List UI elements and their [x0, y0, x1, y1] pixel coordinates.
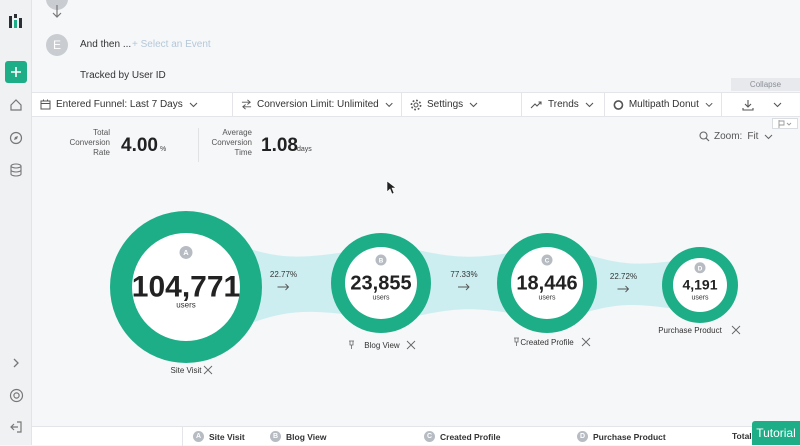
donut-icon	[613, 99, 624, 110]
compass-icon[interactable]	[5, 127, 27, 149]
column-created-profile[interactable]: C Created Profile	[424, 431, 500, 442]
chevron-down-icon	[765, 134, 773, 139]
flag-button[interactable]	[772, 118, 798, 129]
remove-step-icon[interactable]	[406, 340, 416, 350]
calendar-icon	[40, 99, 51, 110]
zoom-label: Zoom:	[714, 131, 743, 142]
funnel-step-c[interactable]: C 18,446users	[497, 233, 597, 333]
chevron-down-icon	[585, 102, 594, 107]
funnel-chart: 22.77% 77.33% 22.72%A104,771usersSite Visi…	[110, 180, 741, 375]
column-site-visit[interactable]: A Site Visit	[193, 431, 245, 442]
logo-icon[interactable]	[5, 10, 27, 32]
collapse-button[interactable]: Collapse	[731, 78, 800, 91]
funnel-step-a[interactable]: A 104,771users	[110, 211, 262, 363]
and-then-label: And then ...	[80, 39, 132, 50]
database-icon[interactable]	[5, 159, 27, 181]
settings-dropdown[interactable]: Settings	[402, 93, 522, 116]
search-icon	[699, 131, 710, 142]
pin-icon[interactable]	[349, 340, 354, 349]
total-conversion-rate-value: 4.00	[121, 135, 158, 156]
zoom-value: Fit	[747, 131, 759, 142]
funnel-step-d[interactable]: D 4,191 users	[662, 247, 738, 323]
conversion-rate-label: 77.33%	[450, 270, 477, 279]
column-total[interactable]: Total	[732, 431, 752, 441]
chevron-down-icon	[189, 102, 198, 107]
average-conversion-time-unit: days	[297, 146, 312, 153]
add-icon[interactable]	[5, 61, 27, 83]
step-user-count: 4,191	[682, 276, 717, 292]
entered-funnel-label: Entered Funnel: Last 7 Days	[56, 99, 183, 110]
average-conversion-time-value: 1.08	[261, 135, 298, 156]
remove-step-icon[interactable]	[731, 325, 741, 335]
chevron-down-icon	[705, 102, 713, 107]
funnel-builder: E And then ... + Select an Event Tracked…	[32, 0, 800, 92]
total-conversion-rate-unit: %	[160, 146, 167, 153]
conversion-limit-dropdown[interactable]: Conversion Limit: Unlimited	[233, 93, 402, 116]
remove-step-icon[interactable]	[581, 337, 591, 347]
trends-dropdown[interactable]: Trends	[522, 93, 604, 116]
help-icon[interactable]	[5, 384, 27, 406]
step-user-count: 23,855	[350, 272, 411, 294]
entered-funnel-dropdown[interactable]: Entered Funnel: Last 7 Days	[32, 93, 233, 116]
logout-icon[interactable]	[5, 416, 27, 438]
step-user-count: 104,771	[132, 271, 240, 304]
main-panel: E And then ... + Select an Event Tracked…	[32, 0, 800, 446]
step-user-count: 18,446	[516, 272, 577, 294]
summary-stats: Total Conversion Rate 4.00 % Average Con…	[32, 118, 800, 168]
step-name: Created Profile	[520, 338, 574, 347]
pin-icon[interactable]	[514, 337, 519, 346]
conversion-limit-label: Conversion Limit: Unlimited	[257, 99, 379, 110]
column-purchase-product[interactable]: D Purchase Product	[577, 431, 666, 442]
chart-toolbar: Entered Funnel: Last 7 Days Conversion L…	[32, 92, 800, 117]
tracked-by-label[interactable]: Tracked by User ID	[80, 70, 166, 81]
multipath-donut-dropdown[interactable]: Multipath Donut	[604, 93, 722, 116]
step-unit: users	[538, 294, 556, 301]
home-icon[interactable]	[5, 94, 27, 116]
chevron-down-icon	[385, 102, 393, 107]
conversion-rate-label: 22.77%	[270, 270, 297, 279]
average-conversion-time-label: Average Conversion Time	[211, 128, 252, 157]
gear-icon	[410, 99, 422, 110]
download-button[interactable]	[722, 93, 800, 116]
conversion-rate-label: 22.72%	[610, 272, 637, 281]
step-letter: D	[698, 265, 703, 272]
sidebar	[0, 0, 32, 445]
expand-icon[interactable]	[5, 352, 27, 374]
step-unit: users	[691, 294, 709, 301]
flag-icon	[778, 119, 792, 128]
funnel-step-b[interactable]: B 23,855users	[331, 233, 431, 333]
mouse-cursor-icon	[386, 180, 397, 195]
stats-divider	[198, 128, 199, 162]
total-conversion-rate-label: Total Conversion Rate	[69, 128, 110, 157]
remove-step-icon[interactable]	[203, 365, 213, 375]
step-name: Site Visit	[171, 366, 203, 375]
column-blog-view[interactable]: B Blog View	[270, 431, 326, 442]
swap-icon	[241, 99, 252, 110]
tutorial-button[interactable]: Tutorial	[752, 421, 800, 445]
select-event-link[interactable]: + Select an Event	[132, 39, 211, 50]
step-letter: C	[545, 258, 550, 265]
zoom-control[interactable]: Zoom: Fit	[699, 131, 773, 142]
chevron-down-icon	[773, 102, 782, 107]
step-name: Blog View	[364, 341, 400, 350]
step-e-badge: E	[46, 34, 68, 56]
trend-icon	[530, 100, 542, 108]
step-unit: users	[176, 301, 196, 310]
step-name: Purchase Product	[658, 326, 722, 335]
settings-label: Settings	[427, 99, 464, 110]
multipath-label: Multipath Donut	[628, 99, 699, 110]
download-icon	[742, 99, 754, 111]
trends-label: Trends	[548, 99, 579, 110]
table-divider	[182, 427, 183, 446]
breakdown-table-header: A Site Visit B Blog View C Created Profile …	[32, 426, 800, 446]
chevron-down-icon	[469, 102, 478, 107]
step-letter: B	[379, 258, 384, 265]
step-unit: users	[372, 294, 390, 301]
step-letter: A	[183, 248, 189, 257]
down-arrow-icon	[52, 5, 62, 18]
